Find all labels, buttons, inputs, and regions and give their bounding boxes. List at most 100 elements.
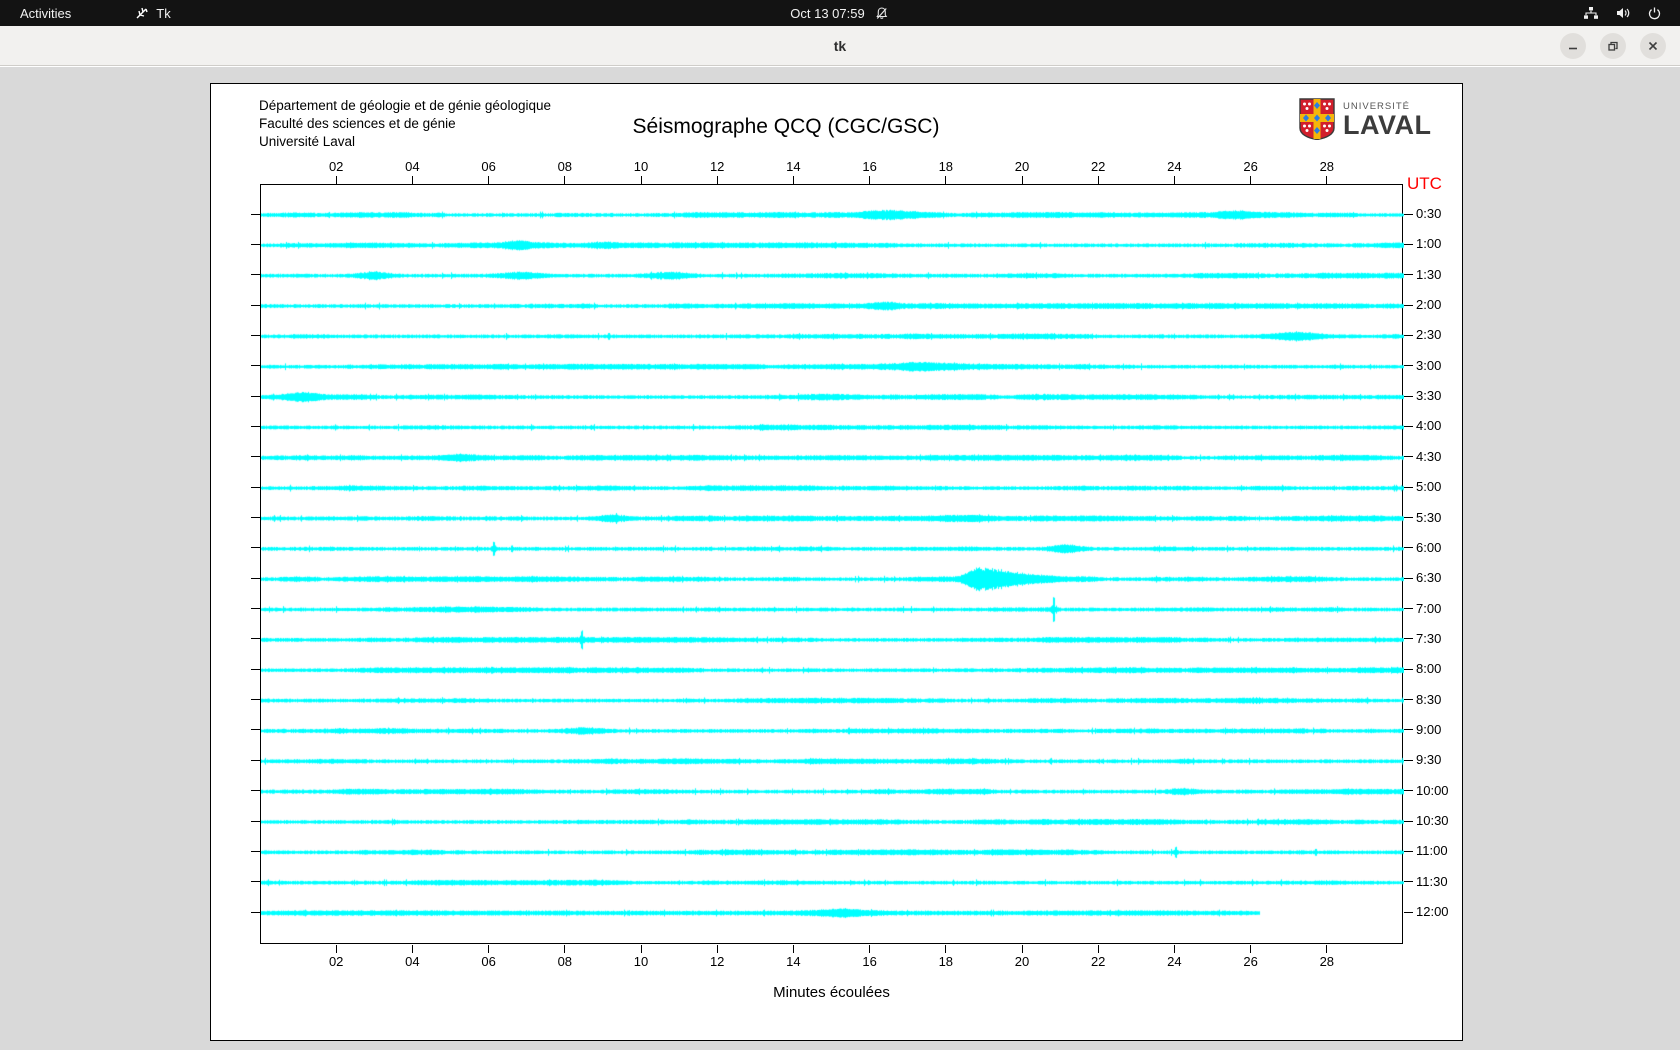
system-status-area[interactable] xyxy=(1583,0,1680,26)
x-tick-top xyxy=(1173,176,1175,184)
x-tick-label-bottom: 16 xyxy=(862,954,877,969)
row-tick-left xyxy=(251,456,260,458)
row-tick-left xyxy=(251,274,260,276)
x-tick-top xyxy=(411,176,413,184)
x-tick-label-top: 18 xyxy=(938,159,954,174)
x-tick-bottom xyxy=(488,945,490,953)
row-time-label: 6:30 xyxy=(1416,570,1442,586)
x-tick-label-top: 02 xyxy=(328,159,344,174)
row-tick-left xyxy=(251,425,260,427)
row-tick-left xyxy=(251,395,260,397)
row-tick-left xyxy=(251,577,260,579)
row-tick-right xyxy=(1404,638,1413,640)
row-tick-left xyxy=(251,729,260,731)
app-background: Département de géologie et de génie géol… xyxy=(0,67,1680,1050)
row-time-label: 1:00 xyxy=(1416,236,1442,252)
x-tick-top xyxy=(564,176,566,184)
x-tick-label-top: 16 xyxy=(862,159,877,174)
universite-laval-logo: UNIVERSITÉ LAVAL xyxy=(1299,98,1431,145)
row-tick-left xyxy=(251,365,260,367)
clock-menu[interactable]: Oct 13 07:59 xyxy=(790,0,889,26)
x-tick-label-bottom: 06 xyxy=(481,954,496,969)
row-tick-right xyxy=(1404,243,1413,245)
row-tick-right xyxy=(1404,608,1413,610)
row-tick-left xyxy=(251,911,260,913)
row-time-label: 9:00 xyxy=(1416,721,1442,737)
x-tick-top xyxy=(945,176,947,184)
row-time-label: 12:00 xyxy=(1416,904,1449,920)
row-tick-right xyxy=(1404,456,1413,458)
row-tick-right xyxy=(1404,395,1413,397)
window-title: tk xyxy=(833,38,847,54)
row-tick-left xyxy=(251,790,260,792)
x-tick-label-top: 04 xyxy=(405,159,420,174)
row-tick-left xyxy=(251,820,260,822)
row-time-label: 11:30 xyxy=(1416,873,1448,889)
row-time-label: 3:00 xyxy=(1416,357,1442,373)
row-tick-right xyxy=(1404,881,1413,883)
row-time-label: 3:30 xyxy=(1416,388,1442,404)
x-tick-top xyxy=(1326,176,1328,184)
x-tick-top xyxy=(335,176,337,184)
row-tick-right xyxy=(1404,365,1413,367)
x-tick-label-top: 22 xyxy=(1090,159,1106,174)
row-tick-left xyxy=(251,243,260,245)
row-tick-right xyxy=(1404,486,1413,488)
activities-button[interactable]: Activities xyxy=(0,0,83,26)
row-tick-right xyxy=(1404,517,1413,518)
x-tick-label-top: 26 xyxy=(1243,159,1258,174)
row-tick-right xyxy=(1404,911,1413,913)
institution-line-1: Département de géologie et de génie géol… xyxy=(259,98,551,113)
row-tick-left xyxy=(251,486,260,488)
row-tick-right xyxy=(1404,274,1413,276)
row-tick-right xyxy=(1404,304,1413,306)
power-icon xyxy=(1647,6,1662,21)
x-tick-label-top: 20 xyxy=(1014,159,1030,174)
row-tick-left xyxy=(251,668,260,670)
minimize-button[interactable] xyxy=(1560,33,1586,59)
row-tick-left xyxy=(251,638,260,640)
row-time-label: 5:00 xyxy=(1416,479,1442,495)
row-tick-right xyxy=(1404,334,1413,336)
x-tick-label-top: 12 xyxy=(709,159,725,174)
row-time-label: 11:00 xyxy=(1416,843,1448,859)
row-time-label: 1:30 xyxy=(1416,266,1442,282)
x-tick-bottom xyxy=(564,945,566,953)
x-tick-label-bottom: 28 xyxy=(1319,954,1335,969)
x-tick-label-bottom: 24 xyxy=(1167,954,1182,969)
x-tick-bottom xyxy=(1173,945,1175,953)
x-tick-bottom xyxy=(869,945,871,953)
app-menu-label: Tk xyxy=(156,5,171,21)
row-tick-left xyxy=(251,304,260,306)
row-time-label: 2:30 xyxy=(1416,327,1442,343)
row-tick-right xyxy=(1404,213,1413,215)
x-tick-label-top: 10 xyxy=(633,159,649,174)
close-button[interactable] xyxy=(1640,33,1666,59)
x-tick-label-bottom: 10 xyxy=(633,954,649,969)
x-tick-label-top: 24 xyxy=(1167,159,1182,174)
row-tick-right xyxy=(1404,425,1413,427)
logo-big-text: LAVAL xyxy=(1343,110,1432,140)
x-tick-label-top: 28 xyxy=(1319,159,1335,174)
row-tick-left xyxy=(251,881,260,883)
row-tick-right xyxy=(1404,790,1413,792)
row-time-label: 10:00 xyxy=(1416,782,1449,798)
row-time-label: 4:00 xyxy=(1416,418,1442,434)
row-time-label: 0:30 xyxy=(1416,206,1442,221)
activities-label: Activities xyxy=(20,5,72,21)
x-tick-top xyxy=(1021,176,1023,184)
app-menu[interactable]: Tk xyxy=(123,0,182,26)
x-tick-bottom xyxy=(945,945,947,953)
row-tick-right xyxy=(1404,699,1413,701)
window-title-bar[interactable]: tk xyxy=(0,26,1680,66)
top-bar: Activities Tk Oct 13 07:59 xyxy=(0,0,1680,26)
row-time-label: 7:30 xyxy=(1416,630,1442,646)
maximize-button[interactable] xyxy=(1600,33,1626,59)
x-tick-label-bottom: 08 xyxy=(557,954,573,969)
x-tick-top xyxy=(716,176,718,184)
row-time-label: 7:00 xyxy=(1416,600,1442,616)
row-time-label: 4:30 xyxy=(1416,448,1442,464)
x-tick-top xyxy=(792,176,794,184)
row-tick-right xyxy=(1404,668,1413,670)
row-tick-right xyxy=(1404,820,1413,822)
